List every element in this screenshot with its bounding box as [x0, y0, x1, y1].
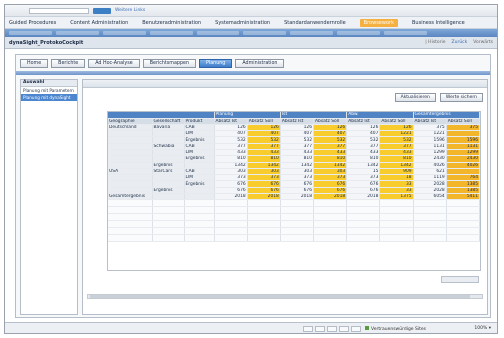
- menu-item-5[interactable]: Browsework: [359, 18, 398, 27]
- app-menu: Guided Procedures Content Administration B…: [5, 17, 497, 29]
- tab-administration[interactable]: Administration: [235, 59, 285, 68]
- tab-planung[interactable]: Planung: [199, 59, 233, 68]
- menu-item-6[interactable]: Business Intelligence: [412, 20, 465, 26]
- browser-toolbar: Weitere Links: [5, 5, 497, 17]
- page-title-bar: dynaSight_ProtokoCockpit | Historie Zurü…: [5, 37, 497, 49]
- tab-berichtsmappen[interactable]: Berichtsmappen: [142, 59, 197, 68]
- grid-subheader-row: Geographie Gesellschaft Produkt Absatz Ist A…: [108, 118, 480, 125]
- empty-row: [108, 220, 480, 229]
- menu-item-2[interactable]: Benutzeradministration: [142, 20, 201, 26]
- refresh-button[interactable]: Aktualisieren: [394, 93, 436, 102]
- planning-panel: Aktualisieren Werte sichern Planung Ist Ab…: [82, 79, 488, 315]
- application-area: Home Berichte Ad Hoc-Analyse Berichtsmappen…: [15, 54, 491, 318]
- empty-row: [108, 227, 480, 236]
- tab-strip: Home Berichte Ad Hoc-Analyse Berichtsmappen…: [20, 59, 285, 68]
- save-values-button[interactable]: Werte sichern: [439, 93, 483, 102]
- menu-item-3[interactable]: Systemadministration: [215, 20, 270, 26]
- empty-row: [108, 213, 480, 222]
- browser-window: Weitere Links Guided Procedures Content A…: [4, 4, 498, 334]
- empty-row: [108, 206, 480, 215]
- menu-item-4[interactable]: Standardanwendernrolle: [284, 20, 346, 26]
- planning-panel-header: [83, 80, 487, 88]
- menu-item-1[interactable]: Content Administration: [70, 20, 128, 26]
- planning-grid[interactable]: Planung Ist Abw. Gesamtergebnis Geographie Ge…: [107, 111, 481, 271]
- grid-column-header: Gesellschaft: [152, 118, 185, 125]
- empty-row: [108, 234, 480, 243]
- forward-link[interactable]: Vorwärts: [473, 40, 493, 45]
- menu-item-0[interactable]: Guided Procedures: [9, 20, 56, 26]
- links-label[interactable]: Weitere Links: [115, 8, 145, 13]
- tab-home[interactable]: Home: [20, 59, 49, 68]
- selection-item[interactable]: Planung mit dynaSight: [21, 94, 77, 101]
- grid-option-button[interactable]: [441, 276, 479, 283]
- security-zone: Vertrauenswürdige Sites: [365, 326, 426, 332]
- selection-header: Auswahl: [21, 80, 77, 87]
- zoom-level[interactable]: 100% ▾: [474, 326, 491, 331]
- tab-berichte[interactable]: Berichte: [51, 59, 86, 68]
- tab-ad-hoc-analyse[interactable]: Ad Hoc-Analyse: [88, 59, 140, 68]
- tab-underline: [16, 71, 490, 75]
- go-button[interactable]: [93, 8, 111, 14]
- check-icon: [365, 326, 369, 330]
- history-link[interactable]: | Historie: [425, 40, 445, 45]
- address-field[interactable]: [29, 8, 89, 14]
- status-bar: Vertrauenswürdige Sites 100% ▾: [5, 322, 497, 333]
- scrollbar-thumb[interactable]: [90, 295, 470, 298]
- sub-navigation-bar: [5, 29, 497, 37]
- page-title: dynaSight_ProtokoCockpit: [9, 39, 84, 46]
- selection-panel: Auswahl Planung mit Parametern Planung mi…: [20, 79, 78, 315]
- selection-item[interactable]: Planung mit Parametern: [21, 87, 77, 94]
- empty-row: [108, 199, 480, 208]
- back-link[interactable]: Zurück: [452, 40, 468, 45]
- horizontal-scrollbar[interactable]: [87, 294, 483, 299]
